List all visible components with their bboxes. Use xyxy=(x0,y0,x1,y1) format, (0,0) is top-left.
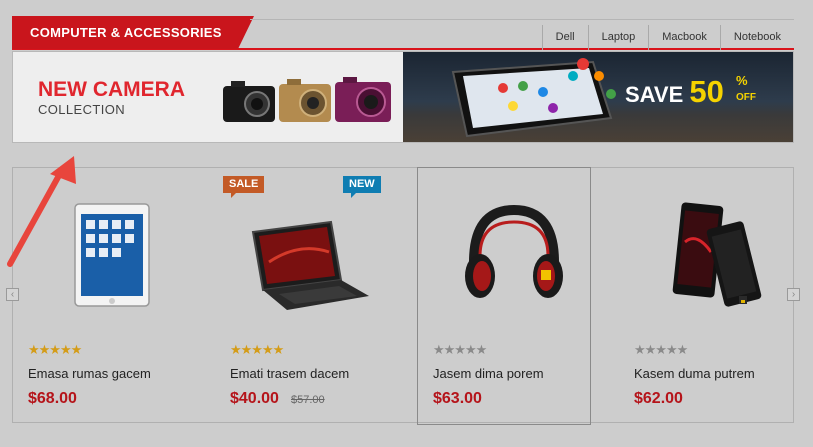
product-name[interactable]: Emasa rumas gacem xyxy=(28,366,151,381)
rating-stars: ★★★★★ xyxy=(230,342,284,357)
section-title: COMPUTER & ACCESSORIES xyxy=(12,16,254,49)
product-card[interactable]: SALE NEW ★★★★★ Emati trasem dacem $40.00… xyxy=(215,168,389,424)
tab-macbook[interactable]: Macbook xyxy=(648,25,720,50)
product-card[interactable]: ★★★★★ Kasem duma putrem $62.00 xyxy=(619,168,793,424)
header-divider xyxy=(250,19,794,20)
save-offer-text: SAVE 50 xyxy=(625,74,724,110)
camera-banner[interactable]: NEW CAMERA COLLECTION xyxy=(13,52,403,142)
rating-stars: ★★★★★ xyxy=(28,342,82,357)
product-carousel: ‹ › ★★★★★ Emasa rumas gacem $68.00 SALE … xyxy=(6,167,800,425)
tablet-image-icon xyxy=(451,58,616,138)
promo-banner: NEW CAMERA COLLECTION SAVE 50 % OFF xyxy=(12,51,794,143)
product-price: $68.00 xyxy=(28,390,77,407)
smartphone-icon xyxy=(672,202,762,307)
laptop-icon xyxy=(251,220,369,310)
banner-title: NEW CAMERA xyxy=(38,78,185,101)
product-price: $63.00 xyxy=(433,390,482,407)
tab-notebook[interactable]: Notebook xyxy=(719,25,794,50)
product-name[interactable]: Kasem duma putrem xyxy=(634,366,755,381)
product-name[interactable]: Jasem dima porem xyxy=(433,366,544,381)
section-header: COMPUTER & ACCESSORIES Dell Laptop Macbo… xyxy=(12,16,794,50)
rating-stars: ★★★★★ xyxy=(433,342,487,357)
product-name[interactable]: Emati trasem dacem xyxy=(230,366,349,381)
percent-sign: % xyxy=(736,73,748,88)
product-card[interactable]: ★★★★★ Jasem dima porem $63.00 xyxy=(417,167,591,425)
product-price: $40.00 xyxy=(230,390,279,407)
banner-subtitle: COLLECTION xyxy=(38,102,126,117)
off-label: OFF xyxy=(736,92,756,103)
rating-stars: ★★★★★ xyxy=(634,342,688,357)
product-old-price: $57.00 xyxy=(291,394,325,406)
sale-badge: SALE xyxy=(223,176,265,198)
save-percentage: 50 xyxy=(689,74,724,109)
new-badge: NEW xyxy=(343,176,381,198)
save-word: SAVE xyxy=(625,82,684,107)
cameras-image-icon xyxy=(223,77,391,122)
tab-laptop[interactable]: Laptop xyxy=(587,25,649,50)
category-tabs: Dell Laptop Macbook Notebook xyxy=(541,25,794,50)
tab-dell[interactable]: Dell xyxy=(541,25,588,50)
tablet-sale-banner[interactable]: SAVE 50 % OFF xyxy=(403,52,793,142)
headphones-icon xyxy=(465,204,563,298)
annotation-arrow-icon xyxy=(7,156,76,267)
product-price: $62.00 xyxy=(634,390,683,407)
